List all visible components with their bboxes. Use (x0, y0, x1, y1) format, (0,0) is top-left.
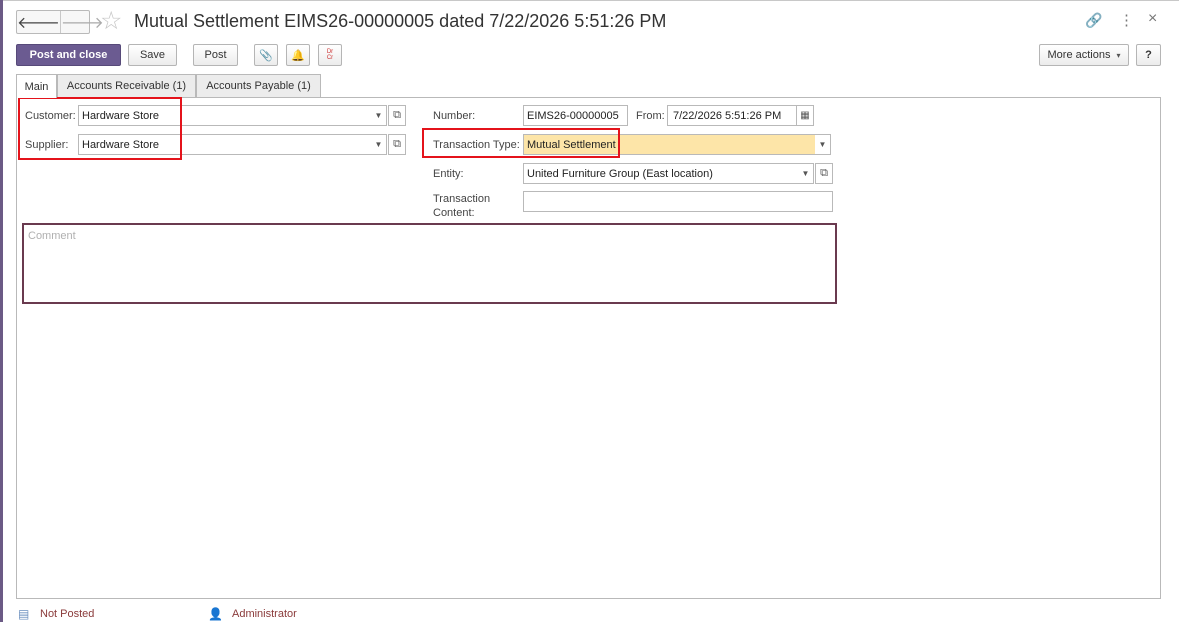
comment-placeholder: Comment (28, 230, 76, 242)
dr-cr-button[interactable]: Dr Cr (318, 44, 342, 66)
supplier-dropdown-button[interactable]: ▼ (371, 134, 387, 155)
entity-open-button[interactable]: ⧉ (815, 163, 833, 184)
entity-dropdown-button[interactable]: ▼ (798, 163, 814, 184)
notify-button[interactable]: 🔔 (286, 44, 310, 66)
customer-label: Customer: (25, 110, 76, 122)
transaction-content-label: Transaction Content: (433, 193, 491, 219)
calendar-icon: ▦ (800, 110, 810, 121)
chevron-down-icon: ▼ (818, 140, 827, 149)
post-and-close-button[interactable]: Post and close (16, 44, 121, 66)
more-menu-icon[interactable]: ⋮ (1119, 11, 1134, 29)
chevron-down-icon: ▾ (1116, 50, 1121, 60)
supplier-input[interactable]: Hardware Store (78, 134, 372, 155)
customer-dropdown-button[interactable]: ▼ (371, 105, 387, 126)
navigation-group: 🡐 🡒 (16, 10, 104, 34)
status-not-posted[interactable]: Not Posted (40, 608, 94, 620)
transaction-type-select[interactable]: Mutual Settlement (523, 134, 816, 155)
transaction-content-input[interactable] (523, 191, 833, 212)
from-label: From: (636, 110, 665, 122)
number-input[interactable]: EIMS26-00000005 (523, 105, 628, 126)
chevron-down-icon: ▼ (374, 111, 383, 120)
attach-button[interactable]: 📎 (254, 44, 278, 66)
open-window-icon: ⧉ (393, 138, 401, 150)
tab-accounts-payable[interactable]: Accounts Payable (1) (196, 74, 321, 97)
link-icon[interactable]: 🔗 (1085, 12, 1102, 29)
bell-icon: 🔔 (291, 49, 305, 62)
close-icon[interactable]: × (1148, 10, 1157, 28)
paperclip-icon: 📎 (259, 49, 273, 62)
document-status-icon: ▤ (18, 607, 30, 621)
more-actions-button[interactable]: More actions ▾ (1039, 44, 1129, 66)
left-accent-bar (0, 0, 3, 622)
calendar-button[interactable]: ▦ (796, 105, 814, 126)
number-label: Number: (433, 110, 476, 122)
top-border (3, 0, 1179, 1)
transaction-type-label: Transaction Type: (433, 139, 520, 151)
open-window-icon: ⧉ (393, 109, 401, 121)
supplier-label: Supplier: (25, 139, 69, 151)
save-button[interactable]: Save (128, 44, 177, 66)
chevron-down-icon: ▼ (374, 140, 383, 149)
help-button[interactable]: ? (1136, 44, 1161, 66)
debit-credit-icon: Dr Cr (326, 49, 334, 61)
user-icon: 👤 (208, 607, 223, 621)
tab-main[interactable]: Main (16, 74, 57, 98)
status-user[interactable]: Administrator (232, 608, 297, 620)
more-actions-label: More actions (1047, 49, 1111, 61)
from-date-input[interactable]: 7/22/2026 5:51:26 PM (667, 105, 797, 126)
open-window-icon: ⧉ (820, 167, 828, 179)
favorite-star-icon[interactable]: ☆ (100, 8, 122, 34)
customer-open-button[interactable]: ⧉ (388, 105, 406, 126)
chevron-down-icon: ▼ (801, 169, 810, 178)
comment-textarea[interactable]: Comment (22, 223, 837, 304)
entity-input[interactable]: United Furniture Group (East location) (523, 163, 799, 184)
forward-arrow-icon: 🡒 (60, 14, 104, 32)
post-button[interactable]: Post (193, 44, 238, 66)
entity-label: Entity: (433, 168, 464, 180)
back-arrow-icon: 🡐 (17, 14, 60, 32)
forward-button[interactable]: 🡒 (59, 11, 104, 33)
tab-accounts-receivable[interactable]: Accounts Receivable (1) (57, 74, 196, 97)
back-button[interactable]: 🡐 (17, 11, 60, 33)
page-title: Mutual Settlement EIMS26-00000005 dated … (134, 11, 667, 31)
transaction-type-dropdown-button[interactable]: ▼ (815, 134, 831, 155)
customer-input[interactable]: Hardware Store (78, 105, 372, 126)
supplier-open-button[interactable]: ⧉ (388, 134, 406, 155)
